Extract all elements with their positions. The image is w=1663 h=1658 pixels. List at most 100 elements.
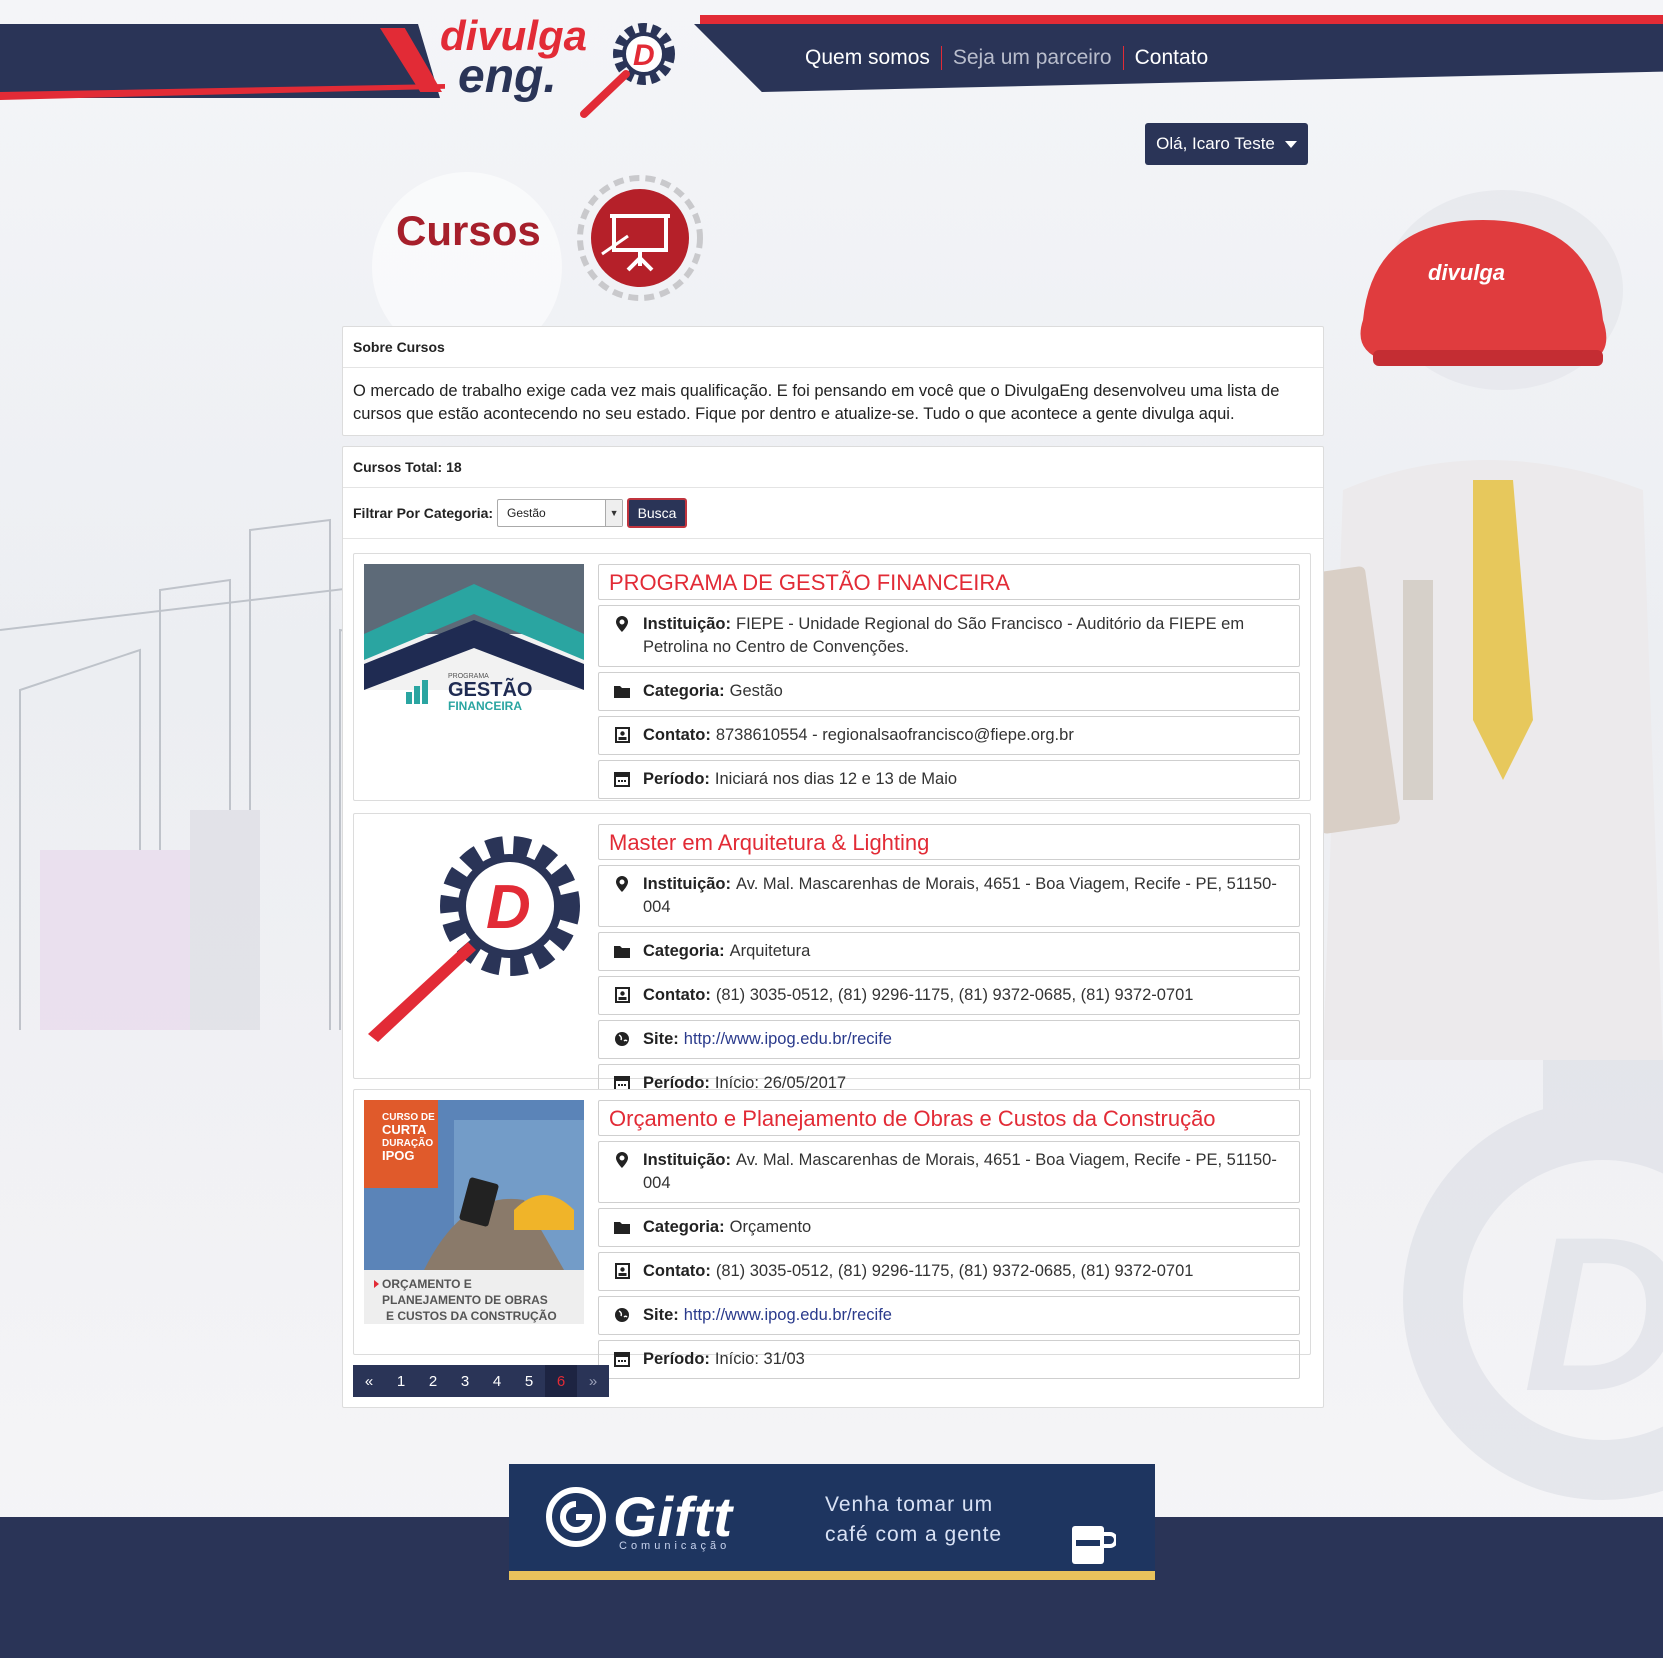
contato-label: Contato: [643,986,711,1004]
course-info: Orçamento e Planejamento de Obras e Cust… [598,1100,1300,1384]
coffee-mug-icon [1072,1526,1116,1564]
course-instituicao: Instituição: FIEPE - Unidade Regional do … [598,605,1300,667]
svg-text:D: D [486,873,531,942]
instituicao-label: Instituição: [643,875,732,893]
contact-card-icon [613,1262,631,1280]
categoria-value: Arquitetura [729,942,811,960]
pagination-prev[interactable]: « [353,1365,385,1397]
thumb-caption-line: E CUSTOS DA CONSTRUÇÃO [386,1308,557,1323]
user-menu-label: Olá, Icaro Teste [1156,134,1275,153]
thumb-caption-line: PLANEJAMENTO DE OBRAS [382,1293,548,1307]
categoria-value: Gestão [729,682,783,700]
svg-text:eng.: eng. [458,50,557,103]
periodo-label: Período: [643,1350,710,1368]
course-card: CURSO DE CURTA DURAÇÃO IPOG ORÇAMENTO E … [353,1089,1311,1379]
pagination-next[interactable]: » [577,1365,609,1397]
folder-icon [613,942,631,960]
categoria-value: Orçamento [729,1218,812,1236]
main-nav: Quem somos Seja um parceiro Contato [794,40,1219,76]
banner-bottom-bar [509,1571,1155,1580]
course-periodo: Período: Início: 31/03 [598,1340,1300,1379]
course-contato: Contato: (81) 3035-0512, (81) 9296-1175, … [598,976,1300,1015]
pagination-page[interactable]: 5 [513,1365,545,1397]
course-contato: Contato: 8738610554 - regionalsaofrancisc… [598,716,1300,755]
caret-down-icon [1284,140,1297,148]
nav-seja-parceiro[interactable]: Seja um parceiro [942,46,1123,70]
categoria-label: Categoria: [643,1218,725,1236]
about-panel: Sobre Cursos O mercado de trabalho exige… [342,326,1324,436]
course-site: Site: http://www.ipog.edu.br/recife [598,1020,1300,1059]
globe-icon [613,1030,631,1048]
calendar-icon [613,770,631,788]
categoria-label: Categoria: [643,942,725,960]
search-button[interactable]: Busca [627,498,688,528]
banner-slogan: Venha tomar um café com a gente [825,1490,1002,1550]
pagination-page[interactable]: 1 [385,1365,417,1397]
course-thumbnail-gestao[interactable]: PROGRAMA GESTÃO FINANCEIRA [364,564,584,720]
contato-value: (81) 3035-0512, (81) 9296-1175, (81) 937… [715,986,1194,1004]
banner-slogan-line: Venha tomar um [825,1493,994,1516]
site-link[interactable]: http://www.ipog.edu.br/recife [684,1306,892,1324]
select-arrow-icon: ▼ [605,500,623,526]
contato-label: Contato: [643,1262,711,1280]
about-heading: Sobre Cursos [343,327,1323,368]
svg-text:D: D [633,39,655,72]
contato-label: Contato: [643,726,711,744]
course-title[interactable]: Orçamento e Planejamento de Obras e Cust… [598,1100,1300,1136]
calendar-icon [613,1350,631,1368]
divulgaeng-logo[interactable]: divulga eng. D [436,10,686,120]
contact-card-icon [613,726,631,744]
giftt-g-icon [546,1486,606,1547]
course-title[interactable]: PROGRAMA DE GESTÃO FINANCEIRA [598,564,1300,600]
nav-contato[interactable]: Contato [1124,46,1220,70]
course-instituicao: Instituição: Av. Mal. Mascarenhas de Mora… [598,1141,1300,1203]
course-periodo: Período: Iniciará nos dias 12 e 13 de Mai… [598,760,1300,799]
pagination-page[interactable]: 3 [449,1365,481,1397]
categoria-label: Categoria: [643,682,725,700]
thumb-tag-line: IPOG [382,1148,415,1163]
pagination-page[interactable]: 4 [481,1365,513,1397]
course-categoria: Categoria: Orçamento [598,1208,1300,1247]
background-gear-watermark: D [1403,1060,1663,1500]
course-thumbnail-divulgaeng-logo[interactable]: D [364,824,584,1044]
contact-card-icon [613,986,631,1004]
filter-label: Filtrar Por Categoria: [353,505,494,521]
about-text: O mercado de trabalho exige cada vez mai… [353,382,1280,423]
folder-icon [613,682,631,700]
nav-quem-somos[interactable]: Quem somos [794,46,941,70]
pagination: « 1 2 3 4 5 6 » [353,1365,609,1397]
background-engineer-figure: divulga [1303,190,1663,1060]
instituicao-value: FIEPE - Unidade Regional do São Francisc… [643,615,1245,656]
thumb-big-text: GESTÃO [448,678,532,701]
banner-sub: Comunicação [619,1540,731,1552]
site-label: Site: [643,1030,679,1048]
site-link[interactable]: http://www.ipog.edu.br/recife [684,1030,892,1048]
instituicao-label: Instituição: [643,1151,732,1169]
map-marker-icon [613,875,631,893]
folder-icon [613,1218,631,1236]
course-info: PROGRAMA DE GESTÃO FINANCEIRA Instituiçã… [598,564,1300,804]
course-title[interactable]: Master em Arquitetura & Lighting [598,824,1300,860]
pagination-page[interactable]: 2 [417,1365,449,1397]
category-select[interactable]: Gestão ▼ [497,499,624,527]
presentation-board-icon [577,175,703,301]
map-marker-icon [613,1151,631,1169]
giftt-banner[interactable]: Giftt Comunicação Venha tomar um café co… [509,1464,1155,1580]
course-instituicao: Instituição: Av. Mal. Mascarenhas de Mora… [598,865,1300,927]
course-thumbnail-orcamento[interactable]: CURSO DE CURTA DURAÇÃO IPOG ORÇAMENTO E … [364,1100,584,1324]
filter-row: Filtrar Por Categoria: Gestão ▼ Busca [343,488,1323,539]
instituicao-value: Av. Mal. Mascarenhas de Morais, 4651 - B… [643,875,1277,916]
thumb-sub-text: FINANCEIRA [448,699,522,713]
courses-total: Cursos Total: 18 [343,447,1323,488]
globe-icon [613,1306,631,1324]
course-card: PROGRAMA GESTÃO FINANCEIRA PROGRAMA DE G… [353,553,1311,801]
course-card: D Master em Arquitetura & Lighting Insti… [353,813,1311,1103]
page-title: Cursos [396,207,541,254]
courses-panel: Cursos Total: 18 Filtrar Por Categoria: … [342,446,1324,1408]
user-menu-button[interactable]: Olá, Icaro Teste [1145,123,1308,165]
instituicao-value: Av. Mal. Mascarenhas de Morais, 4651 - B… [643,1151,1277,1192]
course-info: Master em Arquitetura & Lighting Institu… [598,824,1300,1108]
course-categoria: Categoria: Gestão [598,672,1300,711]
pagination-page-active[interactable]: 6 [545,1365,577,1397]
thumb-tag-line: CURTA [382,1122,427,1137]
